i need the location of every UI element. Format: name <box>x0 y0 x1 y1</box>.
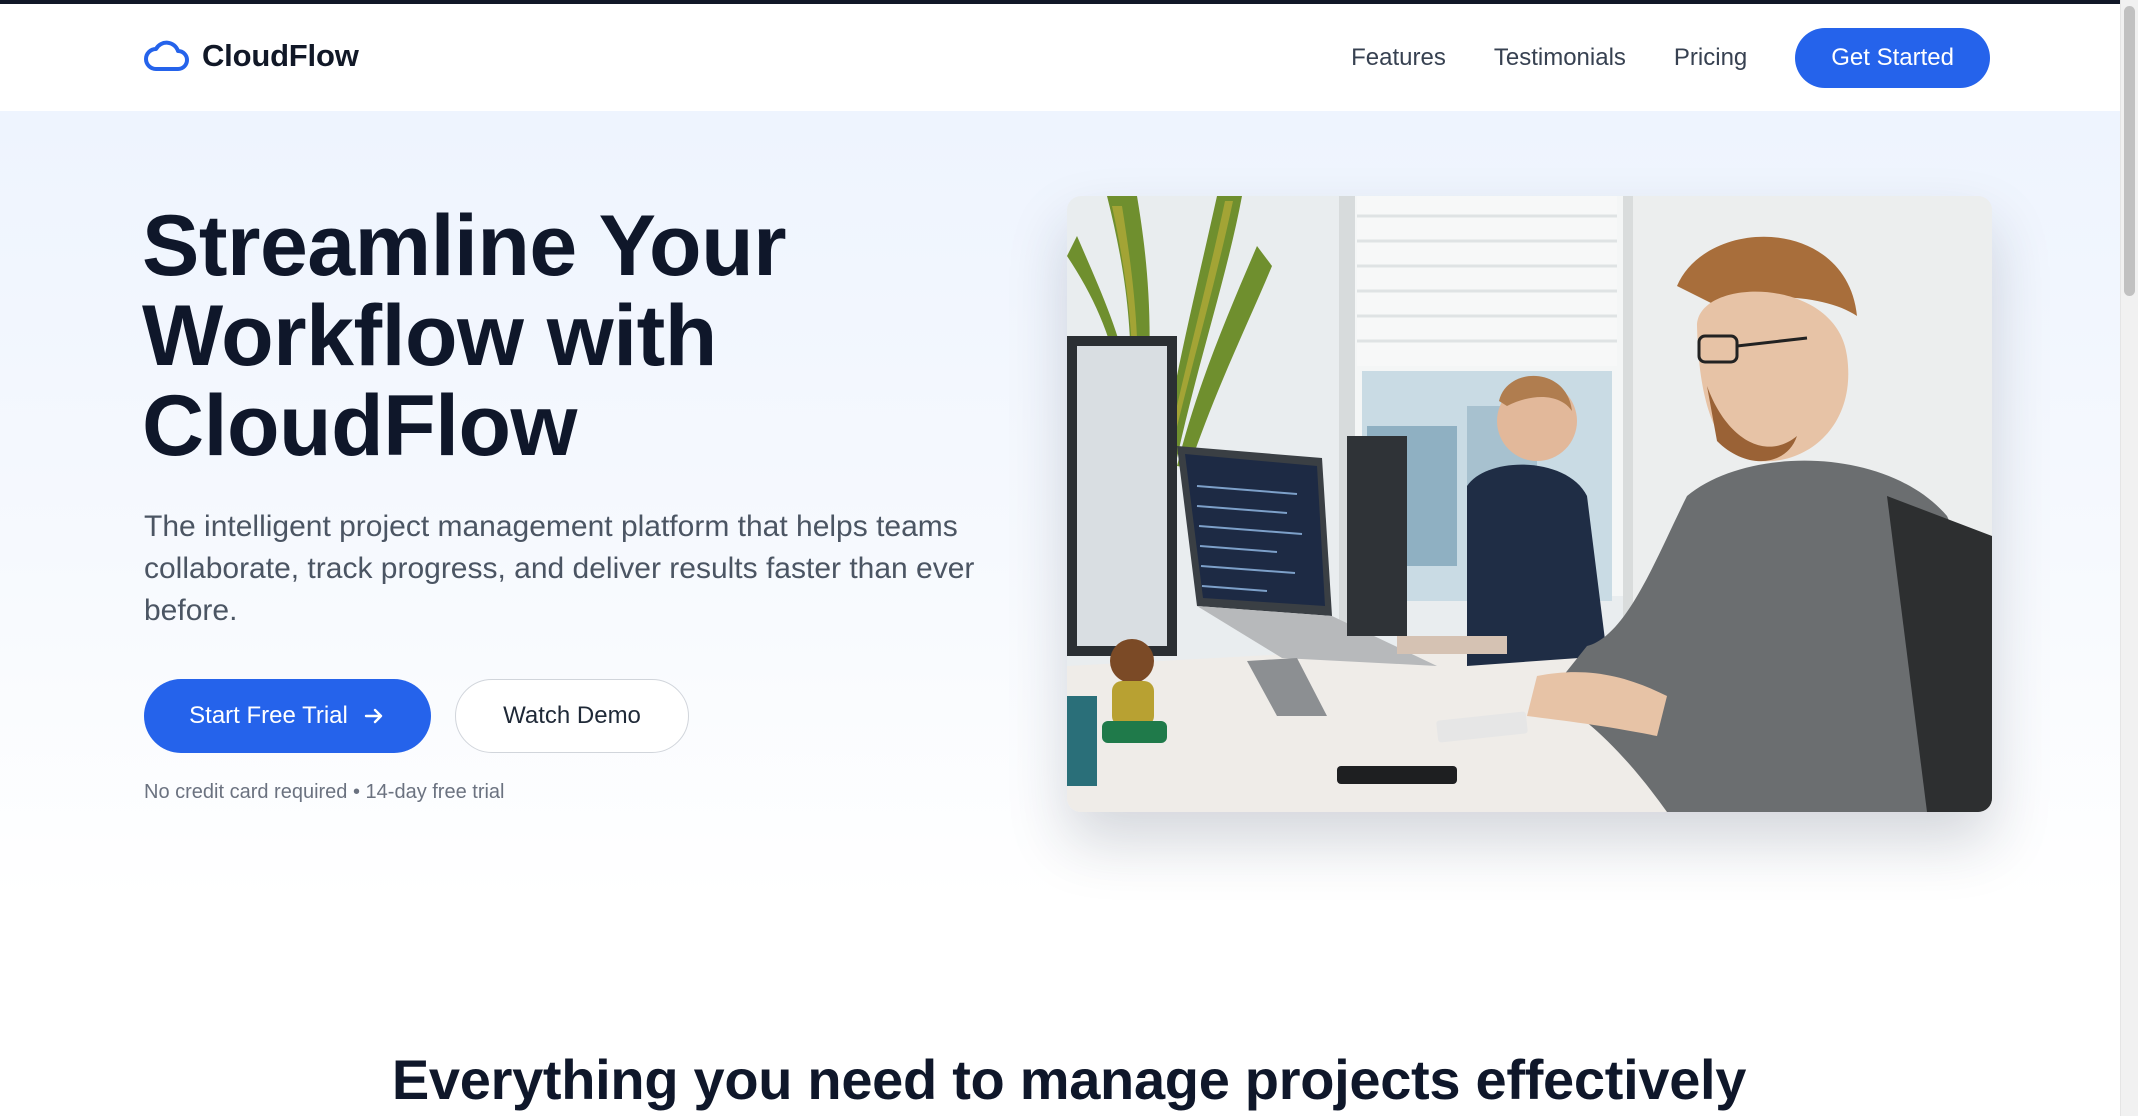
hero-title: Streamline Your Workflow with CloudFlow <box>142 201 1042 471</box>
nav-link-pricing[interactable]: Pricing <box>1674 44 1747 72</box>
get-started-button[interactable]: Get Started <box>1795 28 1990 88</box>
hero-note: No credit card required • 14-day free tr… <box>144 781 505 803</box>
start-free-trial-button[interactable]: Start Free Trial <box>144 679 431 753</box>
features-title: Everything you need to manage projects e… <box>391 1048 1747 1111</box>
hero-title-line-3: CloudFlow <box>142 378 577 474</box>
nav-link-testimonials[interactable]: Testimonials <box>1494 44 1626 72</box>
watch-demo-button[interactable]: Watch Demo <box>455 679 689 753</box>
cloud-icon <box>144 40 189 71</box>
brand-name: CloudFlow <box>202 38 359 73</box>
brand-logo[interactable]: CloudFlow <box>144 38 359 74</box>
hero-section: Streamline Your Workflow with CloudFlow … <box>0 111 2120 901</box>
arrow-right-icon <box>364 708 383 724</box>
hero-subtitle: The intelligent project management platf… <box>144 510 975 627</box>
page-scrollbar[interactable] <box>2120 0 2138 1116</box>
office-photo <box>1067 196 1992 812</box>
nav-link-features[interactable]: Features <box>1351 44 1446 72</box>
landing-page: CloudFlow Features Testimonials Pricing … <box>0 0 2138 1116</box>
main-nav: Features Testimonials Pricing Get Starte… <box>1351 28 1990 88</box>
hero-title-line-1: Streamline Your <box>142 198 787 294</box>
site-header: CloudFlow Features Testimonials Pricing … <box>0 4 2120 111</box>
start-free-trial-label: Start Free Trial <box>189 702 348 729</box>
hero-image <box>1067 196 1992 812</box>
hero-title-line-2: Workflow with <box>142 288 717 384</box>
scrollbar-thumb[interactable] <box>2124 6 2135 296</box>
